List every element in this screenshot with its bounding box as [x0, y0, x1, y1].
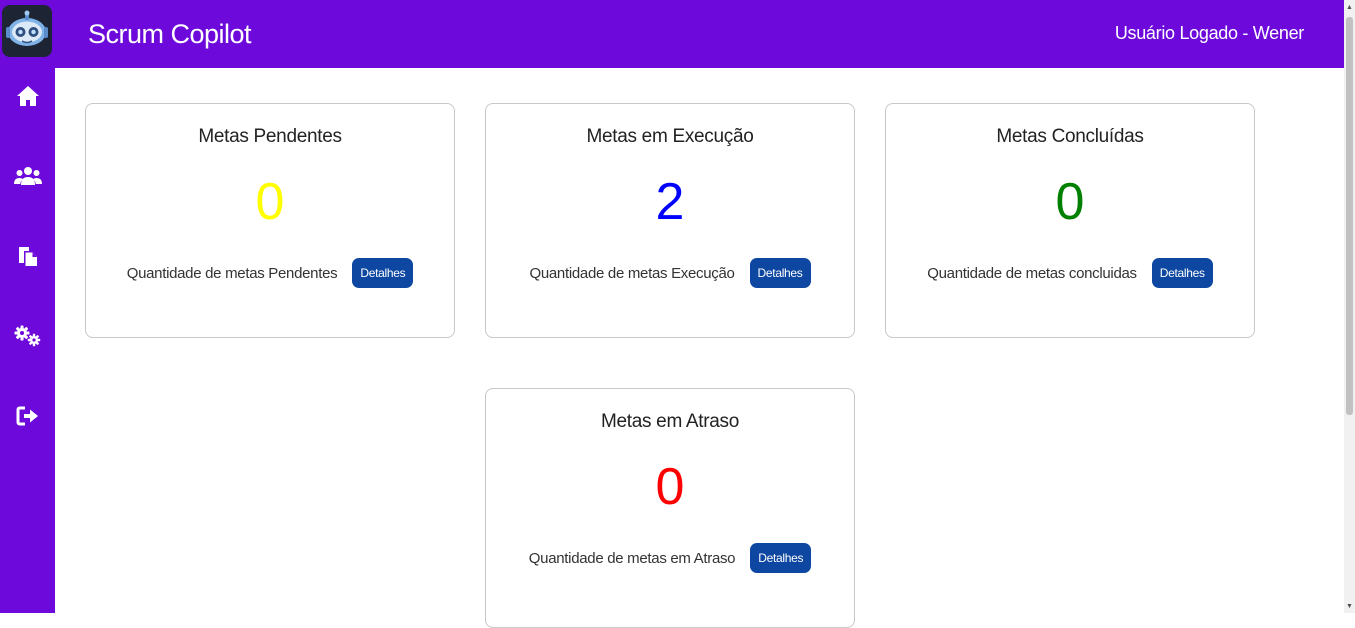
details-button-execucao[interactable]: Detalhes [749, 258, 811, 288]
sidebar-item-clipboard[interactable] [0, 236, 55, 276]
details-button-atraso[interactable]: Detalhes [750, 543, 812, 573]
card-description: Quantidade de metas em Atraso [528, 549, 736, 567]
details-button-pendentes[interactable]: Detalhes [352, 258, 414, 288]
clipboard-icon [18, 247, 37, 266]
scroll-down-icon[interactable]: ▼ [1344, 599, 1355, 613]
card-metas-pendentes: Metas Pendentes 0 Quantidade de metas Pe… [85, 103, 455, 338]
card-description: Quantidade de metas Execução [529, 264, 735, 282]
card-footer: Quantidade de metas Pendentes Detalhes [86, 258, 454, 288]
logged-user-label: Usuário Logado - Wener [1114, 23, 1304, 43]
card-description: Quantidade de metas Pendentes [126, 264, 338, 282]
app-logo[interactable] [2, 5, 52, 57]
gears-icon [14, 325, 40, 347]
sidebar-item-settings[interactable] [0, 316, 55, 356]
robot-logo-icon [6, 10, 48, 46]
card-count: 0 [255, 173, 285, 231]
sidebar-item-logout[interactable] [0, 396, 55, 436]
scroll-up-icon[interactable]: ▲ [1344, 0, 1355, 14]
home-icon [16, 86, 39, 106]
details-button-concluidas[interactable]: Detalhes [1151, 258, 1213, 288]
card-count: 0 [1055, 173, 1085, 231]
card-title: Metas em Atraso [600, 411, 740, 432]
card-metas-atraso: Metas em Atraso 0 Quantidade de metas em… [485, 388, 855, 628]
card-description: Quantidade de metas concluidas [927, 264, 1137, 282]
scroll-thumb[interactable] [1346, 17, 1353, 415]
sign-out-icon [16, 406, 38, 426]
card-title: Metas em Execução [586, 126, 754, 147]
card-title: Metas Pendentes [198, 126, 342, 147]
sidebar [0, 0, 55, 613]
vertical-scrollbar[interactable]: ▲ ▼ [1344, 0, 1355, 613]
sidebar-item-users[interactable] [0, 156, 55, 196]
card-footer: Quantidade de metas em Atraso Detalhes [486, 543, 854, 573]
card-count: 0 [655, 458, 685, 516]
top-header: Scrum Copilot Usuário Logado - Wener [55, 0, 1344, 68]
card-metas-execucao: Metas em Execução 2 Quantidade de metas … [485, 103, 855, 338]
app-title: Scrum Copilot [88, 19, 252, 49]
card-footer: Quantidade de metas Execução Detalhes [486, 258, 854, 288]
card-title: Metas Concluídas [996, 126, 1144, 147]
card-footer: Quantidade de metas concluidas Detalhes [886, 258, 1254, 288]
card-count: 2 [655, 173, 685, 231]
card-metas-concluidas: Metas Concluídas 0 Quantidade de metas c… [885, 103, 1255, 338]
users-icon [13, 167, 42, 185]
sidebar-item-home[interactable] [0, 76, 55, 116]
